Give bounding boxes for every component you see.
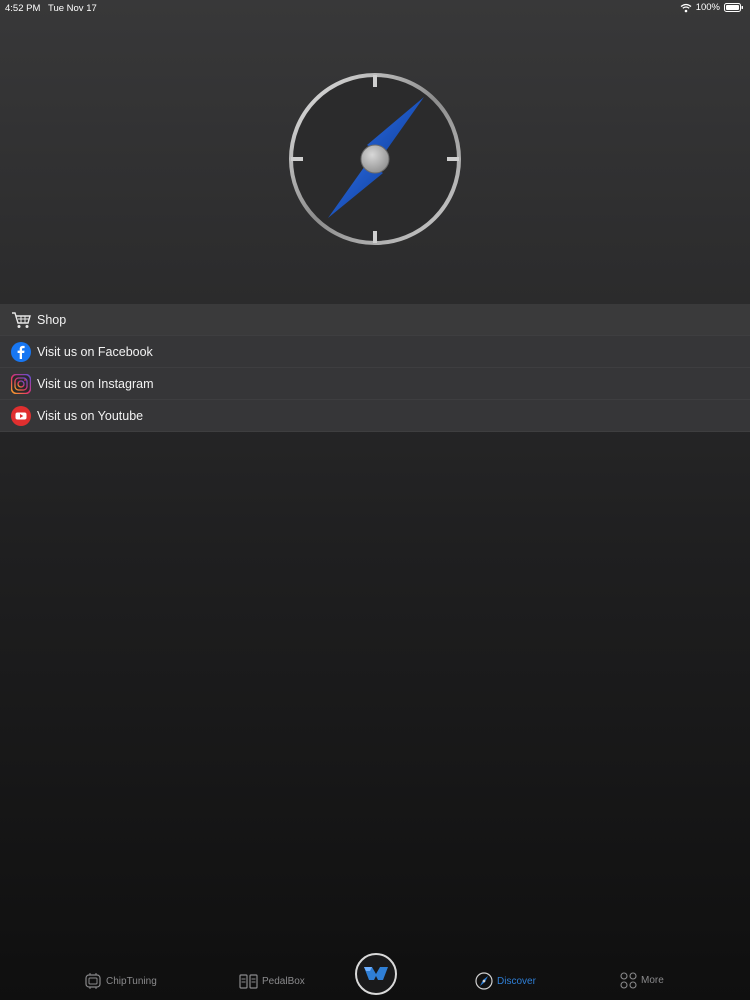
tab-bar: ChipTuning PedalBox Discover More — [0, 950, 750, 1000]
menu-item-label: Visit us on Youtube — [37, 408, 144, 423]
battery-percent: 100% — [695, 2, 720, 13]
compass-icon — [289, 73, 461, 245]
status-right: 100% — [680, 2, 744, 13]
status-time: 4:52 PM — [5, 3, 41, 14]
grid-icon — [620, 972, 637, 989]
discover-menu: Shop Visit us on Facebook Visit us on In… — [0, 304, 750, 432]
status-bar: 4:52 PM Tue Nov 17 100% — [0, 0, 750, 16]
cart-icon — [11, 310, 31, 330]
compass-small-icon — [475, 972, 493, 990]
menu-item-instagram[interactable]: Visit us on Instagram — [0, 368, 750, 400]
menu-item-label: Visit us on Facebook — [37, 344, 153, 359]
tab-discover[interactable]: Discover — [475, 972, 536, 990]
youtube-icon — [11, 405, 31, 426]
tab-pedalbox[interactable]: PedalBox — [239, 972, 305, 990]
brand-logo-icon — [364, 967, 388, 980]
menu-item-shop[interactable]: Shop — [0, 304, 750, 336]
menu-item-facebook[interactable]: Visit us on Facebook — [0, 336, 750, 368]
tab-label: More — [641, 975, 664, 986]
wifi-icon — [680, 3, 692, 12]
facebook-icon — [11, 341, 31, 362]
tab-home-logo[interactable] — [355, 953, 397, 995]
pedalbox-icon — [239, 974, 258, 989]
tab-chiptuning[interactable]: ChipTuning — [84, 972, 157, 990]
menu-item-label: Visit us on Instagram — [37, 376, 154, 391]
tab-label: PedalBox — [262, 975, 305, 987]
tab-label: Discover — [497, 975, 536, 987]
status-date: Tue Nov 17 — [48, 3, 97, 14]
menu-item-label: Shop — [37, 312, 67, 327]
instagram-icon — [11, 373, 31, 394]
tab-more[interactable]: More — [620, 972, 664, 989]
battery-icon — [724, 3, 743, 12]
tab-label: ChipTuning — [106, 975, 157, 987]
menu-item-youtube[interactable]: Visit us on Youtube — [0, 400, 750, 432]
chip-icon — [85, 973, 101, 989]
